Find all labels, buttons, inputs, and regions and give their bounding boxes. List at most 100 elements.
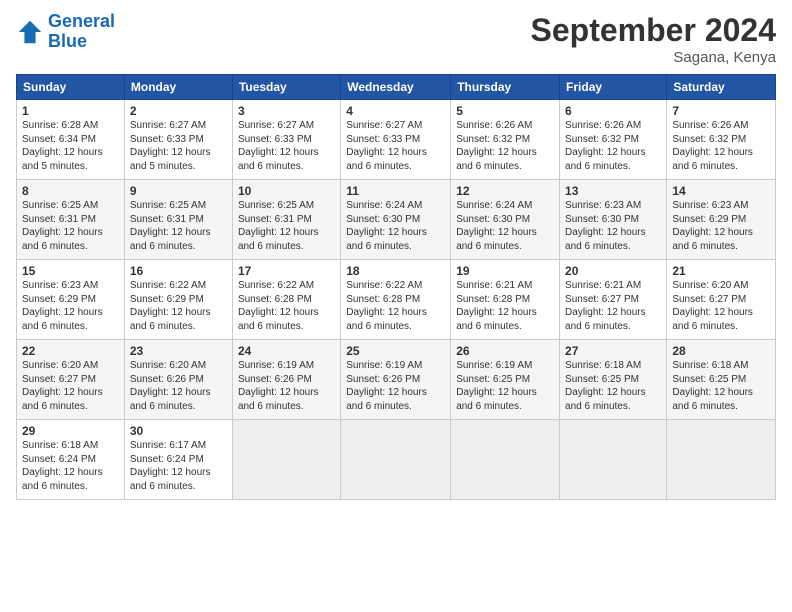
day-info: Sunrise: 6:23 AM Sunset: 6:30 PM Dayligh…: [565, 199, 661, 253]
day-number: 12: [456, 184, 554, 198]
calendar-table: Sunday Monday Tuesday Wednesday Thursday…: [16, 74, 776, 500]
table-row: 25 Sunrise: 6:19 AM Sunset: 6:26 PM Dayl…: [341, 340, 451, 420]
day-number: 13: [565, 184, 661, 198]
day-info: Sunrise: 6:18 AM Sunset: 6:25 PM Dayligh…: [565, 359, 661, 413]
day-number: 17: [238, 264, 335, 278]
table-row: 27 Sunrise: 6:18 AM Sunset: 6:25 PM Dayl…: [560, 340, 667, 420]
col-tuesday: Tuesday: [232, 75, 340, 100]
table-row: 10 Sunrise: 6:25 AM Sunset: 6:31 PM Dayl…: [232, 180, 340, 260]
day-number: 1: [22, 104, 119, 118]
day-info: Sunrise: 6:26 AM Sunset: 6:32 PM Dayligh…: [672, 119, 770, 173]
day-number: 29: [22, 424, 119, 438]
title-block: September 2024 Sagana, Kenya: [531, 12, 776, 66]
day-info: Sunrise: 6:20 AM Sunset: 6:27 PM Dayligh…: [672, 279, 770, 333]
day-info: Sunrise: 6:22 AM Sunset: 6:28 PM Dayligh…: [238, 279, 335, 333]
calendar-week-row: 8 Sunrise: 6:25 AM Sunset: 6:31 PM Dayli…: [17, 180, 776, 260]
day-info: Sunrise: 6:27 AM Sunset: 6:33 PM Dayligh…: [130, 119, 227, 173]
day-info: Sunrise: 6:19 AM Sunset: 6:26 PM Dayligh…: [346, 359, 445, 413]
day-number: 24: [238, 344, 335, 358]
header: General Blue September 2024 Sagana, Keny…: [16, 12, 776, 66]
day-number: 3: [238, 104, 335, 118]
table-row: 12 Sunrise: 6:24 AM Sunset: 6:30 PM Dayl…: [451, 180, 560, 260]
table-row: [667, 420, 776, 500]
day-number: 14: [672, 184, 770, 198]
table-row: 13 Sunrise: 6:23 AM Sunset: 6:30 PM Dayl…: [560, 180, 667, 260]
day-number: 10: [238, 184, 335, 198]
table-row: 19 Sunrise: 6:21 AM Sunset: 6:28 PM Dayl…: [451, 260, 560, 340]
day-info: Sunrise: 6:23 AM Sunset: 6:29 PM Dayligh…: [672, 199, 770, 253]
day-info: Sunrise: 6:26 AM Sunset: 6:32 PM Dayligh…: [456, 119, 554, 173]
day-info: Sunrise: 6:27 AM Sunset: 6:33 PM Dayligh…: [238, 119, 335, 173]
calendar-header-row: Sunday Monday Tuesday Wednesday Thursday…: [17, 75, 776, 100]
day-info: Sunrise: 6:26 AM Sunset: 6:32 PM Dayligh…: [565, 119, 661, 173]
col-saturday: Saturday: [667, 75, 776, 100]
day-number: 21: [672, 264, 770, 278]
day-number: 20: [565, 264, 661, 278]
table-row: 28 Sunrise: 6:18 AM Sunset: 6:25 PM Dayl…: [667, 340, 776, 420]
day-number: 25: [346, 344, 445, 358]
col-monday: Monday: [124, 75, 232, 100]
table-row: 7 Sunrise: 6:26 AM Sunset: 6:32 PM Dayli…: [667, 100, 776, 180]
day-info: Sunrise: 6:17 AM Sunset: 6:24 PM Dayligh…: [130, 439, 227, 493]
day-number: 5: [456, 104, 554, 118]
day-number: 2: [130, 104, 227, 118]
day-info: Sunrise: 6:21 AM Sunset: 6:28 PM Dayligh…: [456, 279, 554, 333]
day-info: Sunrise: 6:20 AM Sunset: 6:26 PM Dayligh…: [130, 359, 227, 413]
table-row: 4 Sunrise: 6:27 AM Sunset: 6:33 PM Dayli…: [341, 100, 451, 180]
day-number: 22: [22, 344, 119, 358]
day-number: 6: [565, 104, 661, 118]
day-number: 27: [565, 344, 661, 358]
logo-icon: [16, 18, 44, 46]
table-row: 16 Sunrise: 6:22 AM Sunset: 6:29 PM Dayl…: [124, 260, 232, 340]
day-info: Sunrise: 6:23 AM Sunset: 6:29 PM Dayligh…: [22, 279, 119, 333]
table-row: 30 Sunrise: 6:17 AM Sunset: 6:24 PM Dayl…: [124, 420, 232, 500]
location-subtitle: Sagana, Kenya: [531, 49, 776, 66]
table-row: 9 Sunrise: 6:25 AM Sunset: 6:31 PM Dayli…: [124, 180, 232, 260]
table-row: 2 Sunrise: 6:27 AM Sunset: 6:33 PM Dayli…: [124, 100, 232, 180]
day-info: Sunrise: 6:22 AM Sunset: 6:28 PM Dayligh…: [346, 279, 445, 333]
logo-text: General Blue: [48, 12, 115, 52]
day-number: 16: [130, 264, 227, 278]
day-number: 28: [672, 344, 770, 358]
day-info: Sunrise: 6:20 AM Sunset: 6:27 PM Dayligh…: [22, 359, 119, 413]
day-info: Sunrise: 6:21 AM Sunset: 6:27 PM Dayligh…: [565, 279, 661, 333]
day-info: Sunrise: 6:25 AM Sunset: 6:31 PM Dayligh…: [22, 199, 119, 253]
day-info: Sunrise: 6:22 AM Sunset: 6:29 PM Dayligh…: [130, 279, 227, 333]
day-number: 9: [130, 184, 227, 198]
day-number: 18: [346, 264, 445, 278]
col-sunday: Sunday: [17, 75, 125, 100]
day-info: Sunrise: 6:18 AM Sunset: 6:24 PM Dayligh…: [22, 439, 119, 493]
calendar-week-row: 22 Sunrise: 6:20 AM Sunset: 6:27 PM Dayl…: [17, 340, 776, 420]
day-number: 8: [22, 184, 119, 198]
day-info: Sunrise: 6:25 AM Sunset: 6:31 PM Dayligh…: [130, 199, 227, 253]
day-info: Sunrise: 6:24 AM Sunset: 6:30 PM Dayligh…: [456, 199, 554, 253]
table-row: [560, 420, 667, 500]
table-row: 1 Sunrise: 6:28 AM Sunset: 6:34 PM Dayli…: [17, 100, 125, 180]
day-info: Sunrise: 6:28 AM Sunset: 6:34 PM Dayligh…: [22, 119, 119, 173]
table-row: 24 Sunrise: 6:19 AM Sunset: 6:26 PM Dayl…: [232, 340, 340, 420]
table-row: 20 Sunrise: 6:21 AM Sunset: 6:27 PM Dayl…: [560, 260, 667, 340]
table-row: [451, 420, 560, 500]
col-wednesday: Wednesday: [341, 75, 451, 100]
day-number: 30: [130, 424, 227, 438]
day-number: 26: [456, 344, 554, 358]
day-info: Sunrise: 6:19 AM Sunset: 6:26 PM Dayligh…: [238, 359, 335, 413]
day-info: Sunrise: 6:27 AM Sunset: 6:33 PM Dayligh…: [346, 119, 445, 173]
logo-line2: Blue: [48, 31, 87, 51]
table-row: 8 Sunrise: 6:25 AM Sunset: 6:31 PM Dayli…: [17, 180, 125, 260]
day-info: Sunrise: 6:18 AM Sunset: 6:25 PM Dayligh…: [672, 359, 770, 413]
table-row: 18 Sunrise: 6:22 AM Sunset: 6:28 PM Dayl…: [341, 260, 451, 340]
table-row: 29 Sunrise: 6:18 AM Sunset: 6:24 PM Dayl…: [17, 420, 125, 500]
day-info: Sunrise: 6:24 AM Sunset: 6:30 PM Dayligh…: [346, 199, 445, 253]
table-row: 21 Sunrise: 6:20 AM Sunset: 6:27 PM Dayl…: [667, 260, 776, 340]
month-title: September 2024: [531, 12, 776, 49]
calendar-week-row: 15 Sunrise: 6:23 AM Sunset: 6:29 PM Dayl…: [17, 260, 776, 340]
day-number: 15: [22, 264, 119, 278]
logo: General Blue: [16, 12, 115, 52]
col-thursday: Thursday: [451, 75, 560, 100]
table-row: 11 Sunrise: 6:24 AM Sunset: 6:30 PM Dayl…: [341, 180, 451, 260]
day-number: 11: [346, 184, 445, 198]
table-row: [232, 420, 340, 500]
day-number: 7: [672, 104, 770, 118]
day-info: Sunrise: 6:19 AM Sunset: 6:25 PM Dayligh…: [456, 359, 554, 413]
